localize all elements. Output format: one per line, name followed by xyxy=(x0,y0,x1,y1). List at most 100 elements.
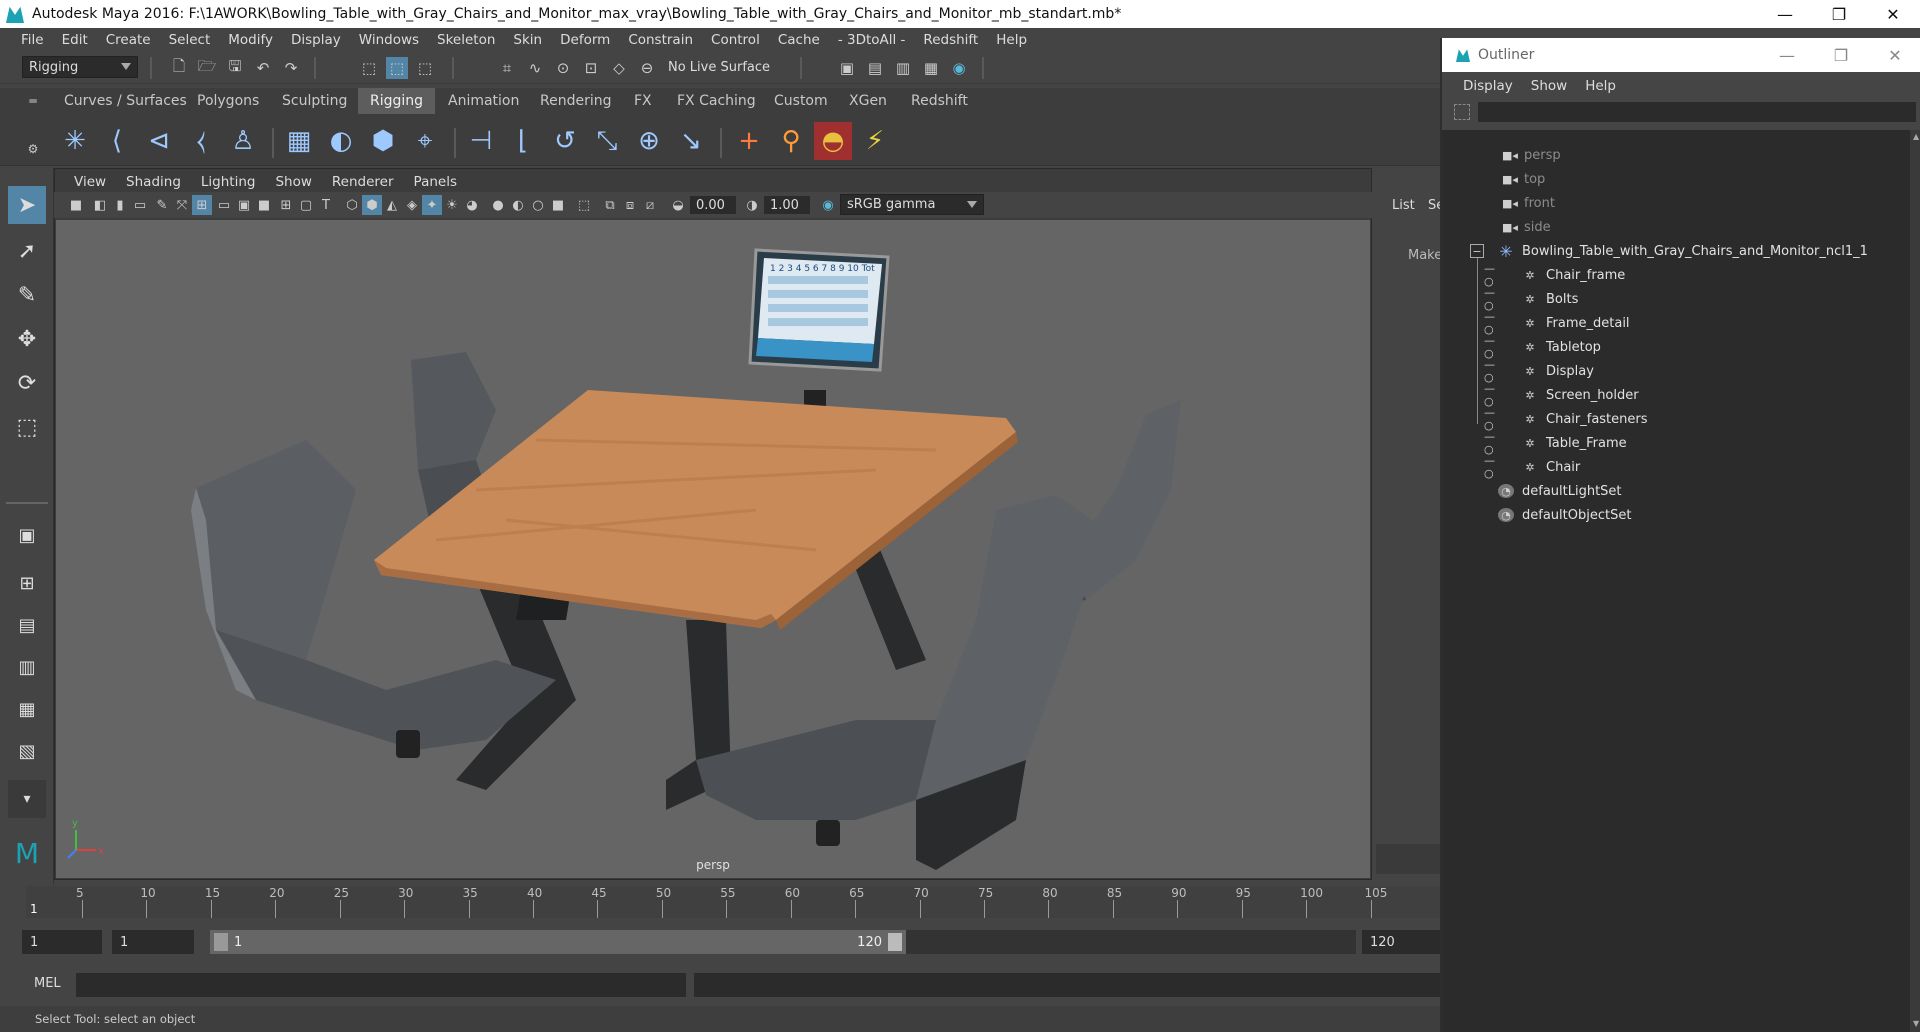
range-start-handle[interactable] xyxy=(214,933,228,951)
live-surface-field[interactable]: No Live Surface xyxy=(662,56,788,78)
joint-tool-icon[interactable]: ✳ xyxy=(56,122,94,160)
locator-icon[interactable]: + xyxy=(730,122,768,160)
select-hierarchy-icon[interactable]: ⬚ xyxy=(358,57,380,79)
xray-icon[interactable]: ⬚ xyxy=(574,195,594,215)
lasso-tool-icon[interactable]: ➚ xyxy=(8,232,46,270)
camera-select-icon[interactable]: ■ xyxy=(66,195,86,215)
outliner-item-front[interactable]: ■◂ front xyxy=(1442,192,1910,214)
wireframe-icon[interactable]: ⬡ xyxy=(342,195,362,215)
layout-more-icon[interactable]: ▾ xyxy=(8,780,46,818)
outliner-scrollbar[interactable]: ▲ ▼ xyxy=(1910,130,1920,1032)
wireframe-on-shaded-icon[interactable]: ◭ xyxy=(382,195,402,215)
scene-end-field[interactable]: 120 xyxy=(1362,930,1440,954)
current-frame-marker[interactable]: 1 xyxy=(30,902,38,916)
blend-shape-icon[interactable]: ◓ xyxy=(814,122,852,160)
gate-mask-icon[interactable]: ■ xyxy=(254,195,274,215)
new-scene-icon[interactable]: 🗋 xyxy=(168,57,190,79)
outliner-item-table-frame[interactable]: —○ ✲ Table_Frame xyxy=(1442,430,1910,456)
snap-grid-icon[interactable]: ⌗ xyxy=(496,57,518,79)
outliner-item-display[interactable]: —○ ✲ Display xyxy=(1442,358,1910,384)
menu-constrain[interactable]: Constrain xyxy=(619,32,702,48)
point-constraint-icon[interactable]: ⊣ xyxy=(462,122,500,160)
motion-blur-icon[interactable]: ● xyxy=(488,195,508,215)
snap-curve-icon[interactable]: ∿ xyxy=(524,57,546,79)
outliner-menu-show[interactable]: Show xyxy=(1522,78,1576,94)
mirror-joint-icon[interactable]: ⧼ xyxy=(182,122,220,160)
lattice-icon[interactable]: ⬢ xyxy=(364,122,402,160)
scale-constraint-icon[interactable]: ⤡ xyxy=(588,122,626,160)
menu-modify[interactable]: Modify xyxy=(219,32,282,48)
orient-constraint-icon[interactable]: ↺ xyxy=(546,122,584,160)
dope-sheet-layout-icon[interactable]: ▦ xyxy=(8,690,46,728)
menu-select[interactable]: Select xyxy=(160,32,220,48)
tab-rigging[interactable]: Rigging xyxy=(358,88,436,114)
redo-icon[interactable]: ↷ xyxy=(280,57,302,79)
menu-skeleton[interactable]: Skeleton xyxy=(428,32,504,48)
menu-edit[interactable]: Edit xyxy=(53,32,97,48)
tab-xgen[interactable]: XGen xyxy=(849,88,887,114)
ik-handle-icon[interactable]: ⟨ xyxy=(98,122,136,160)
cluster-icon[interactable]: ⌖ xyxy=(406,122,444,160)
hypershade-layout-icon[interactable]: ▧ xyxy=(8,732,46,770)
snap-view-icon[interactable]: ⊡ xyxy=(580,57,602,79)
viewport-menu-renderer[interactable]: Renderer xyxy=(322,174,404,190)
menu-create[interactable]: Create xyxy=(97,32,160,48)
four-view-layout-icon[interactable]: ⊞ xyxy=(8,564,46,602)
gamma-icon[interactable]: ◑ xyxy=(742,195,762,215)
undo-icon[interactable]: ↶ xyxy=(252,57,274,79)
menu-set-dropdown[interactable]: Rigging xyxy=(22,56,138,78)
outliner-item-side[interactable]: ■◂ side xyxy=(1442,216,1910,238)
range-end-handle[interactable] xyxy=(888,933,902,951)
select-tool-icon[interactable]: ➤ xyxy=(8,186,46,224)
render-view-icon[interactable]: ▣ xyxy=(836,57,858,79)
menu-redshift[interactable]: Redshift xyxy=(914,32,987,48)
scene-start-field[interactable]: 1 xyxy=(22,930,102,954)
hypershade-icon[interactable]: ◉ xyxy=(948,57,970,79)
scroll-up-icon[interactable]: ▲ xyxy=(1913,132,1919,141)
ipr-render-icon[interactable]: ▥ xyxy=(892,57,914,79)
rotate-tool-icon[interactable]: ⟳ xyxy=(8,364,46,402)
aim-constraint-icon[interactable]: ⌊ xyxy=(504,122,542,160)
collapse-icon[interactable]: − xyxy=(1470,244,1484,258)
outliner-search-input[interactable] xyxy=(1478,102,1916,122)
resolution-gate-icon[interactable]: ▣ xyxy=(234,195,254,215)
menu-3dtoall[interactable]: - 3DtoAll - xyxy=(829,32,915,48)
select-object-icon[interactable]: ⬚ xyxy=(386,57,408,79)
outliner-item-persp[interactable]: ■◂ persp xyxy=(1442,144,1910,166)
tab-fx-caching[interactable]: FX Caching xyxy=(677,88,756,114)
exposure-icon[interactable]: ◒ xyxy=(668,195,688,215)
tab-polygons[interactable]: Polygons xyxy=(197,88,259,114)
menu-control[interactable]: Control xyxy=(702,32,769,48)
menu-deform[interactable]: Deform xyxy=(551,32,619,48)
humanik-icon[interactable]: ♙ xyxy=(224,122,262,160)
image-plane-icon[interactable]: ▭ xyxy=(130,195,150,215)
snap-point-icon[interactable]: ⊙ xyxy=(552,57,574,79)
tab-redshift[interactable]: Redshift xyxy=(911,88,968,114)
outliner-item-chair[interactable]: —○ ✲ Chair xyxy=(1442,454,1910,480)
bookmark-icon[interactable]: ▮ xyxy=(110,195,130,215)
menu-file[interactable]: File xyxy=(12,32,53,48)
open-scene-icon[interactable]: 🗁 xyxy=(196,57,218,79)
outliner-restore-button[interactable]: ❐ xyxy=(1814,41,1868,69)
isolate-select-icon[interactable]: ■ xyxy=(548,195,568,215)
viewport-menu-lighting[interactable]: Lighting xyxy=(191,174,266,190)
shadows-icon[interactable]: ☀ xyxy=(442,195,462,215)
outliner-item-frame-detail[interactable]: —○ ✲ Frame_detail xyxy=(1442,310,1910,336)
make-live-icon[interactable]: ⊖ xyxy=(636,57,658,79)
camera-attributes-icon[interactable]: ◧ xyxy=(90,195,110,215)
render-frame-icon[interactable]: ▤ xyxy=(864,57,886,79)
command-input[interactable] xyxy=(76,973,686,997)
outliner-item-screen-holder[interactable]: —○ ✲ Screen_holder xyxy=(1442,382,1910,408)
save-scene-icon[interactable]: 🖫 xyxy=(224,57,246,79)
filter-icon[interactable] xyxy=(1454,104,1470,120)
textured-icon[interactable]: ◈ xyxy=(402,195,422,215)
tab-sculpting[interactable]: Sculpting xyxy=(282,88,347,114)
viewport-menu-show[interactable]: Show xyxy=(265,174,321,190)
select-component-icon[interactable]: ⬚ xyxy=(414,57,436,79)
pole-vector-icon[interactable]: ↘ xyxy=(672,122,710,160)
outliner-menu-display[interactable]: Display xyxy=(1454,78,1522,94)
move-tool-icon[interactable]: ✥ xyxy=(8,320,46,358)
paint-weights-icon[interactable]: ◐ xyxy=(322,122,360,160)
single-view-layout-icon[interactable]: ▣ xyxy=(8,516,46,554)
safe-title-icon[interactable]: T xyxy=(316,195,336,215)
